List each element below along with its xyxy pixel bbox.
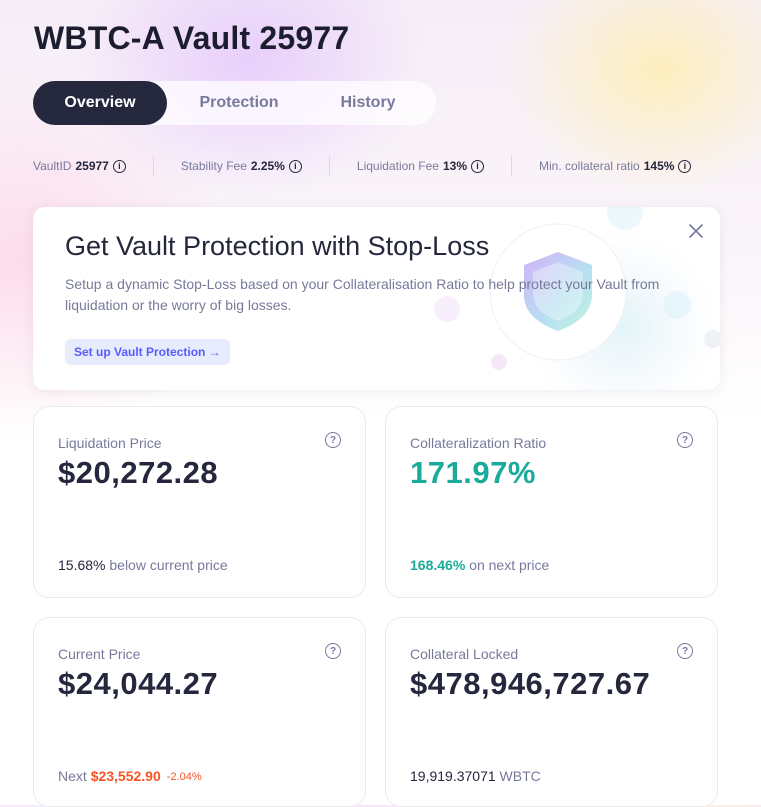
stat-value: 25977 [75,159,109,173]
stat-value: 13% [442,159,467,173]
tab-overview[interactable]: Overview [33,81,167,125]
tab-bar: Overview Protection History [33,81,436,125]
stat-label: Stability Fee [180,159,247,173]
collateralization-ratio-value: 171.97% [410,455,536,490]
liquidation-price-value: $20,272.28 [58,455,219,490]
divider [328,156,330,176]
current-price-value: $24,044.27 [58,666,219,701]
tab-history[interactable]: History [311,81,425,125]
stat-label: Liquidation Fee [356,159,439,173]
price-change-percent: -2.04% [166,771,202,783]
question-icon[interactable]: ? [677,643,693,659]
stat-stability-fee: Stability Fee 2.25% i [181,159,302,173]
card-label: Liquidation Price [58,435,162,451]
setup-protection-button[interactable]: Set up Vault Protection → [65,339,230,365]
collateral-amount: 19,919.37071 [410,768,496,784]
divider [511,156,512,176]
card-label: Current Price [58,646,141,662]
card-label: Collateralization Ratio [410,435,547,451]
info-icon[interactable]: i [288,159,302,173]
footer-text: below current price [105,557,228,573]
collateral-locked-value: $478,946,727.67 [410,666,651,701]
close-icon[interactable] [686,221,706,241]
next-price-ratio: 168.46% [410,557,466,573]
info-icon[interactable]: i [678,159,692,173]
info-icon[interactable]: i [112,159,126,173]
stat-vault-id: VaultID 25977 i [33,159,126,173]
tab-protection[interactable]: Protection [167,81,311,125]
stat-value: 2.25% [250,159,285,173]
collateral-token: WBTC [495,768,541,784]
collateralization-ratio-card: Collateralization Ratio ? 171.97% 168.46… [385,406,718,598]
below-current-percent: 15.68% [58,557,106,573]
stat-label: Min. collateral ratio [539,159,640,173]
stat-value: 145% [643,159,675,173]
question-icon[interactable]: ? [325,432,341,448]
banner-description: Setup a dynamic Stop-Loss based on your … [65,276,660,313]
collateral-locked-card: Collateral Locked ? $478,946,727.67 19,9… [385,617,718,807]
stop-loss-banner: Get Vault Protection with Stop-Loss Setu… [33,207,720,390]
card-footer: 19,919.37071 WBTC [410,768,541,784]
footer-prefix: Next [58,768,91,784]
info-icon[interactable]: i [471,159,484,173]
stat-label: VaultID [33,159,72,173]
question-icon[interactable]: ? [677,432,693,448]
stat-min-collateral-ratio: Min. collateral ratio 145% i [539,159,692,173]
card-footer: 15.68% below current price [58,557,228,573]
footer-text: on next price [465,557,550,573]
question-icon[interactable]: ? [325,643,341,659]
page-title: WBTC-A Vault 25977 [34,20,350,56]
banner-title: Get Vault Protection with Stop-Loss [65,231,490,261]
current-price-card: Current Price ? $24,044.27 Next $23,552.… [33,617,366,807]
liquidation-price-card: Liquidation Price ? $20,272.28 15.68% be… [33,406,366,598]
next-price-value: $23,552.90 [90,768,161,784]
divider [152,156,154,176]
stat-liquidation-fee: Liquidation Fee 13% i [357,159,484,173]
vault-stats-bar: VaultID 25977 i Stability Fee 2.25% i Li… [33,156,761,176]
card-footer: Next $23,552.90 -2.04% [58,768,202,784]
card-footer: 168.46% on next price [410,557,549,573]
card-label: Collateral Locked [410,646,519,662]
